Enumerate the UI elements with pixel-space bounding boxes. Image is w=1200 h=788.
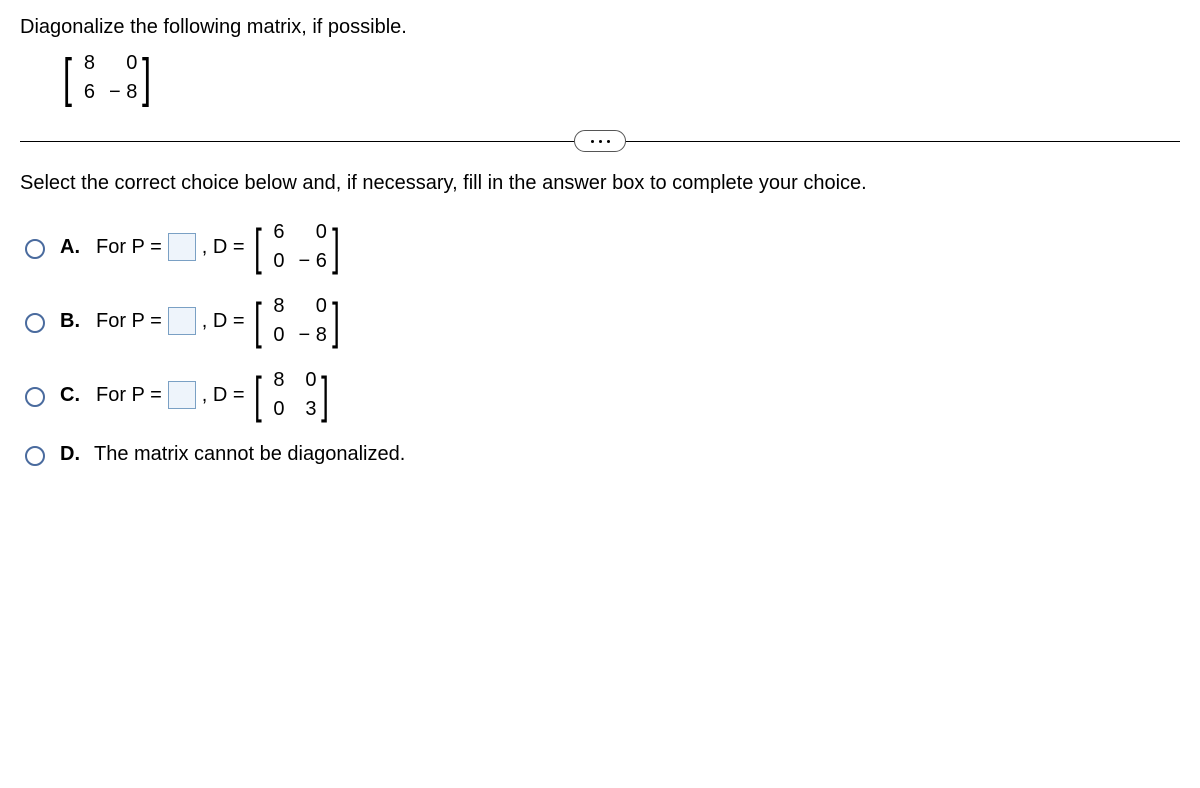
bracket-left-icon: [ bbox=[254, 370, 262, 420]
choice-a-body: For P = , D = [ 6 0 0 − 6 ] bbox=[94, 221, 343, 273]
radio-c[interactable] bbox=[25, 387, 45, 407]
choice-c-prefix: For P = bbox=[94, 384, 164, 407]
matrix-cell: 6 bbox=[77, 81, 95, 104]
matrix-cell: 0 bbox=[266, 398, 284, 421]
bracket-left-icon: [ bbox=[254, 222, 262, 272]
bracket-right-icon: ] bbox=[322, 370, 330, 420]
bracket-right-icon: ] bbox=[142, 51, 151, 105]
section-divider bbox=[20, 141, 1180, 142]
choice-d-label: D. bbox=[60, 443, 82, 466]
matrix-cell: 6 bbox=[266, 221, 284, 244]
choice-c-matrix: [ 8 0 0 3 ] bbox=[251, 369, 333, 421]
bracket-right-icon: ] bbox=[332, 296, 340, 346]
matrix-cell: − 8 bbox=[298, 324, 326, 347]
choice-b-label: B. bbox=[60, 310, 82, 333]
radio-d[interactable] bbox=[25, 446, 45, 466]
bracket-left-icon: [ bbox=[63, 51, 72, 105]
choice-b-prefix: For P = bbox=[94, 310, 164, 333]
choice-b: B. For P = , D = [ 8 0 0 − 8 ] bbox=[20, 295, 1180, 347]
answer-box-c[interactable] bbox=[168, 381, 196, 409]
choice-a-label: A. bbox=[60, 236, 82, 259]
choice-c-body: For P = , D = [ 8 0 0 3 ] bbox=[94, 369, 332, 421]
matrix-cell: 0 bbox=[109, 52, 137, 75]
choice-b-mid: , D = bbox=[200, 310, 247, 333]
matrix-cell: 3 bbox=[298, 398, 316, 421]
answer-box-a[interactable] bbox=[168, 233, 196, 261]
choice-b-matrix: [ 8 0 0 − 8 ] bbox=[251, 295, 343, 347]
bracket-left-icon: [ bbox=[254, 296, 262, 346]
instruction-text: Select the correct choice below and, if … bbox=[20, 172, 1180, 195]
choice-c-label: C. bbox=[60, 384, 82, 407]
choice-b-body: For P = , D = [ 8 0 0 − 8 ] bbox=[94, 295, 343, 347]
matrix-cell: 0 bbox=[298, 221, 326, 244]
matrix-cell: 0 bbox=[298, 369, 316, 392]
choice-d-text: The matrix cannot be diagonalized. bbox=[94, 443, 405, 466]
choice-a-mid: , D = bbox=[200, 236, 247, 259]
answer-box-b[interactable] bbox=[168, 307, 196, 335]
choice-list: A. For P = , D = [ 6 0 0 − 6 ] B. For P … bbox=[20, 221, 1180, 466]
matrix-cell: 0 bbox=[266, 250, 284, 273]
matrix-cell: 8 bbox=[77, 52, 95, 75]
choice-a-matrix: [ 6 0 0 − 6 ] bbox=[251, 221, 343, 273]
bracket-right-icon: ] bbox=[332, 222, 340, 272]
choice-c: C. For P = , D = [ 8 0 0 3 ] bbox=[20, 369, 1180, 421]
matrix-cell: 0 bbox=[298, 295, 326, 318]
radio-b[interactable] bbox=[25, 313, 45, 333]
question-matrix: [ 8 0 6 − 8 ] bbox=[60, 51, 154, 105]
radio-a[interactable] bbox=[25, 239, 45, 259]
choice-a: A. For P = , D = [ 6 0 0 − 6 ] bbox=[20, 221, 1180, 273]
matrix-cell: − 6 bbox=[298, 250, 326, 273]
matrix-cell: − 8 bbox=[109, 81, 137, 104]
ellipsis-button[interactable] bbox=[574, 130, 626, 152]
matrix-cell: 8 bbox=[266, 369, 284, 392]
choice-d: D. The matrix cannot be diagonalized. bbox=[20, 443, 1180, 466]
matrix-cell: 8 bbox=[266, 295, 284, 318]
matrix-cell: 0 bbox=[266, 324, 284, 347]
choice-a-prefix: For P = bbox=[94, 236, 164, 259]
matrix-cells: 8 0 6 − 8 bbox=[75, 52, 139, 104]
choice-c-mid: , D = bbox=[200, 384, 247, 407]
question-prompt: Diagonalize the following matrix, if pos… bbox=[20, 16, 1180, 39]
